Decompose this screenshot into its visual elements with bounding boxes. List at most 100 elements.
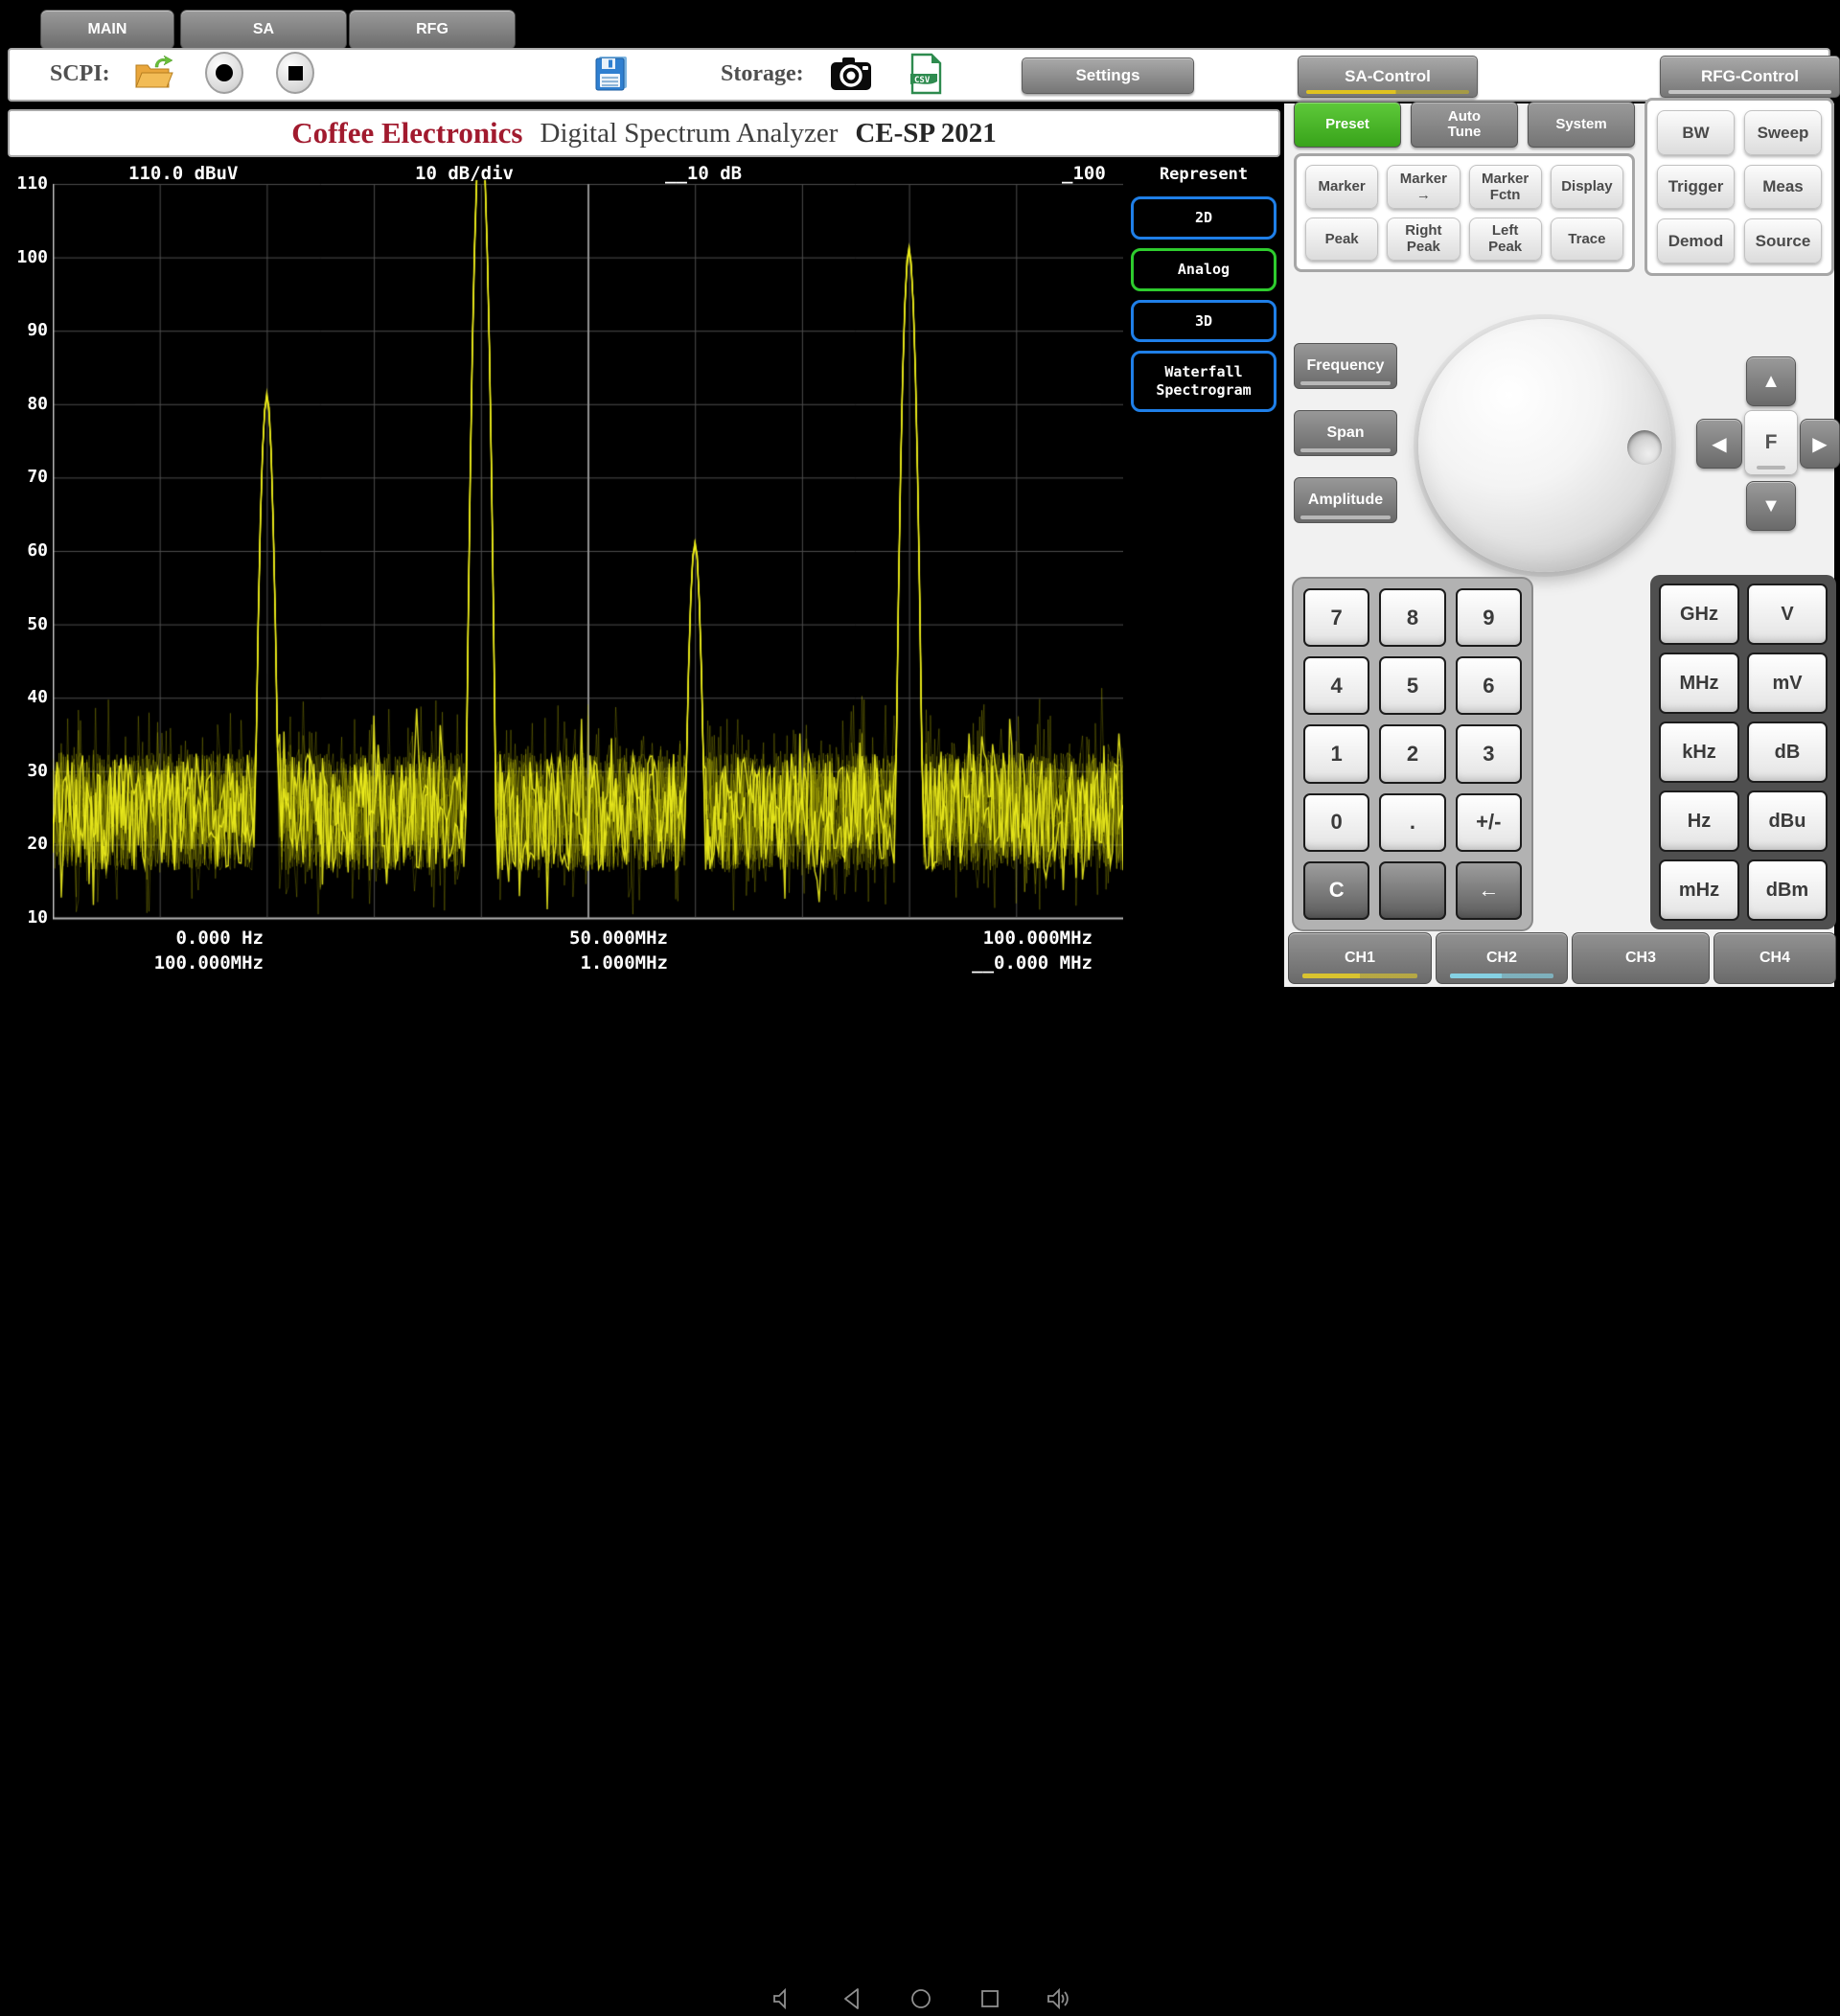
tab-main[interactable]: MAIN (40, 10, 174, 50)
sa-top-system[interactable]: System (1528, 102, 1635, 148)
unit-key-mhz[interactable]: mHz (1659, 859, 1739, 921)
numpad-key-5[interactable]: 5 (1379, 656, 1445, 715)
y-tick-20: 20 (12, 834, 48, 854)
rfg-button-trigger[interactable]: Trigger (1657, 165, 1735, 210)
rfg-button-bw[interactable]: BW (1657, 110, 1735, 155)
rfg-button-sweep[interactable]: Sweep (1744, 110, 1822, 155)
unit-key-khz[interactable]: kHz (1659, 722, 1739, 783)
sa-button-right[interactable]: Right Peak (1387, 218, 1460, 262)
back-icon[interactable] (840, 1986, 864, 2011)
recents-icon[interactable] (978, 1986, 1002, 2011)
rfg-button-meas[interactable]: Meas (1744, 165, 1822, 210)
frequency-button[interactable]: Frequency (1294, 343, 1397, 389)
numpad-key-3[interactable]: 3 (1456, 724, 1522, 783)
unit-key-mhz[interactable]: MHz (1659, 653, 1739, 714)
volume-up-icon[interactable] (1046, 1986, 1071, 2011)
volume-down-icon[interactable] (770, 1986, 795, 2011)
numpad-key-blank[interactable] (1379, 861, 1445, 920)
open-file-icon[interactable] (132, 56, 174, 97)
sa-button-trace[interactable]: Trace (1551, 218, 1623, 262)
channel-button-ch2[interactable]: CH2 (1436, 932, 1568, 984)
center-label: Center (458, 928, 524, 949)
stop-button[interactable] (276, 52, 314, 94)
screenshot-camera-icon[interactable] (830, 57, 872, 96)
unit-key-ghz[interactable]: GHz (1659, 584, 1739, 645)
sa-button-display[interactable]: Display (1551, 165, 1623, 209)
unit-key-dbu[interactable]: dBu (1747, 790, 1828, 852)
numpad-key-2[interactable]: 2 (1379, 724, 1445, 783)
arrow-left-button[interactable]: ◀ (1696, 419, 1742, 469)
numpad-key-7[interactable]: 7 (1303, 588, 1369, 647)
arrow-up-button[interactable]: ▲ (1746, 356, 1796, 406)
y-tick-30: 30 (12, 761, 48, 781)
sa-top-auto[interactable]: Auto Tune (1411, 102, 1518, 148)
represent-option-3d[interactable]: 3D (1131, 300, 1276, 343)
f-key-button[interactable]: F (1744, 410, 1798, 475)
rfg-control-tab[interactable]: RFG-Control (1660, 56, 1840, 98)
sa-button-marker[interactable]: Marker Fctn (1469, 165, 1542, 209)
scpi-toolbar: SCPI: Storage: (8, 48, 1830, 102)
represent-option-analog[interactable]: Analog (1131, 248, 1276, 291)
rfg-button-demod[interactable]: Demod (1657, 218, 1735, 263)
numpad-key-8[interactable]: 8 (1379, 588, 1445, 647)
unit-key-mv[interactable]: mV (1747, 653, 1828, 714)
unit-key-v[interactable]: V (1747, 584, 1828, 645)
channel-active-underline (1450, 974, 1553, 978)
ref-value: 110.0 dBuV (128, 163, 238, 184)
unit-key-hz[interactable]: Hz (1659, 790, 1739, 852)
rfg-button-source[interactable]: Source (1744, 218, 1822, 263)
sa-button-marker[interactable]: Marker → (1387, 165, 1460, 209)
numpad-key-0[interactable]: 0 (1303, 793, 1369, 852)
arrow-right-button[interactable]: ▶ (1800, 419, 1840, 469)
numpad-key-1[interactable]: 1 (1303, 724, 1369, 783)
sa-button-left[interactable]: Left Peak (1469, 218, 1542, 262)
represent-panel: Represent 2DAnalog3DWaterfall Spectrogra… (1131, 165, 1276, 412)
start-value: 0.000 Hz (115, 928, 264, 949)
channel-button-ch4[interactable]: CH4 (1714, 932, 1836, 984)
sa-control-tab[interactable]: SA-Control (1298, 56, 1478, 98)
represent-option-waterfall[interactable]: Waterfall Spectrogram (1131, 351, 1276, 412)
stop-label: Stop (878, 928, 922, 949)
center-value: 50.000MHz (518, 928, 668, 949)
settings-button[interactable]: Settings (1022, 57, 1194, 94)
model-title: CE-SP 2021 (855, 118, 996, 149)
amplitude-button[interactable]: Amplitude (1294, 477, 1397, 523)
sa-button-peak[interactable]: Peak (1305, 218, 1378, 262)
represent-option-2d[interactable]: 2D (1131, 196, 1276, 240)
vbw-label: VBW (878, 952, 910, 974)
att-value: __10 dB (665, 163, 742, 184)
span-button[interactable]: Span (1294, 410, 1397, 456)
record-button[interactable] (205, 52, 243, 94)
export-csv-icon[interactable]: CSV (908, 53, 943, 100)
arrow-down-button[interactable]: ▼ (1746, 481, 1796, 531)
arrow-down-icon: ▼ (1761, 495, 1781, 517)
unit-key-dbm[interactable]: dBm (1747, 859, 1828, 921)
numeric-keypad: 789 456 123 0.+/- C ← (1292, 577, 1533, 931)
save-icon[interactable] (594, 55, 629, 98)
numpad-key-6[interactable]: 6 (1456, 656, 1522, 715)
numpad-key-plusminus[interactable]: +/- (1456, 793, 1522, 852)
sa-button-group: MarkerMarker →Marker FctnDisplay PeakRigh… (1294, 153, 1635, 272)
channel-button-ch1[interactable]: CH1 (1288, 932, 1432, 984)
stop-value: 100.000MHz (944, 928, 1092, 949)
sa-control-active-underline (1306, 90, 1469, 94)
y-tick-50: 50 (12, 614, 48, 634)
home-icon[interactable] (908, 1986, 933, 2011)
scale-value: 10 dB/div (415, 163, 514, 184)
numpad-key-9[interactable]: 9 (1456, 588, 1522, 647)
unit-key-db[interactable]: dB (1747, 722, 1828, 783)
tab-rfg[interactable]: RFG (349, 10, 516, 50)
numpad-key-4[interactable]: 4 (1303, 656, 1369, 715)
sa-top-preset[interactable]: Preset (1294, 102, 1401, 148)
numpad-key-C[interactable]: C (1303, 861, 1369, 920)
spectrum-canvas (53, 159, 1123, 922)
numpad-key-dot[interactable]: . (1379, 793, 1445, 852)
ref-label: Ref (51, 163, 83, 184)
sa-control-label: SA-Control (1345, 67, 1431, 86)
tab-sa[interactable]: SA (180, 10, 347, 50)
storage-label: Storage: (721, 61, 804, 87)
y-tick-70: 70 (12, 467, 48, 487)
sa-button-marker[interactable]: Marker (1305, 165, 1378, 209)
numpad-key-backspace[interactable]: ← (1456, 861, 1522, 920)
channel-button-ch3[interactable]: CH3 (1572, 932, 1710, 984)
